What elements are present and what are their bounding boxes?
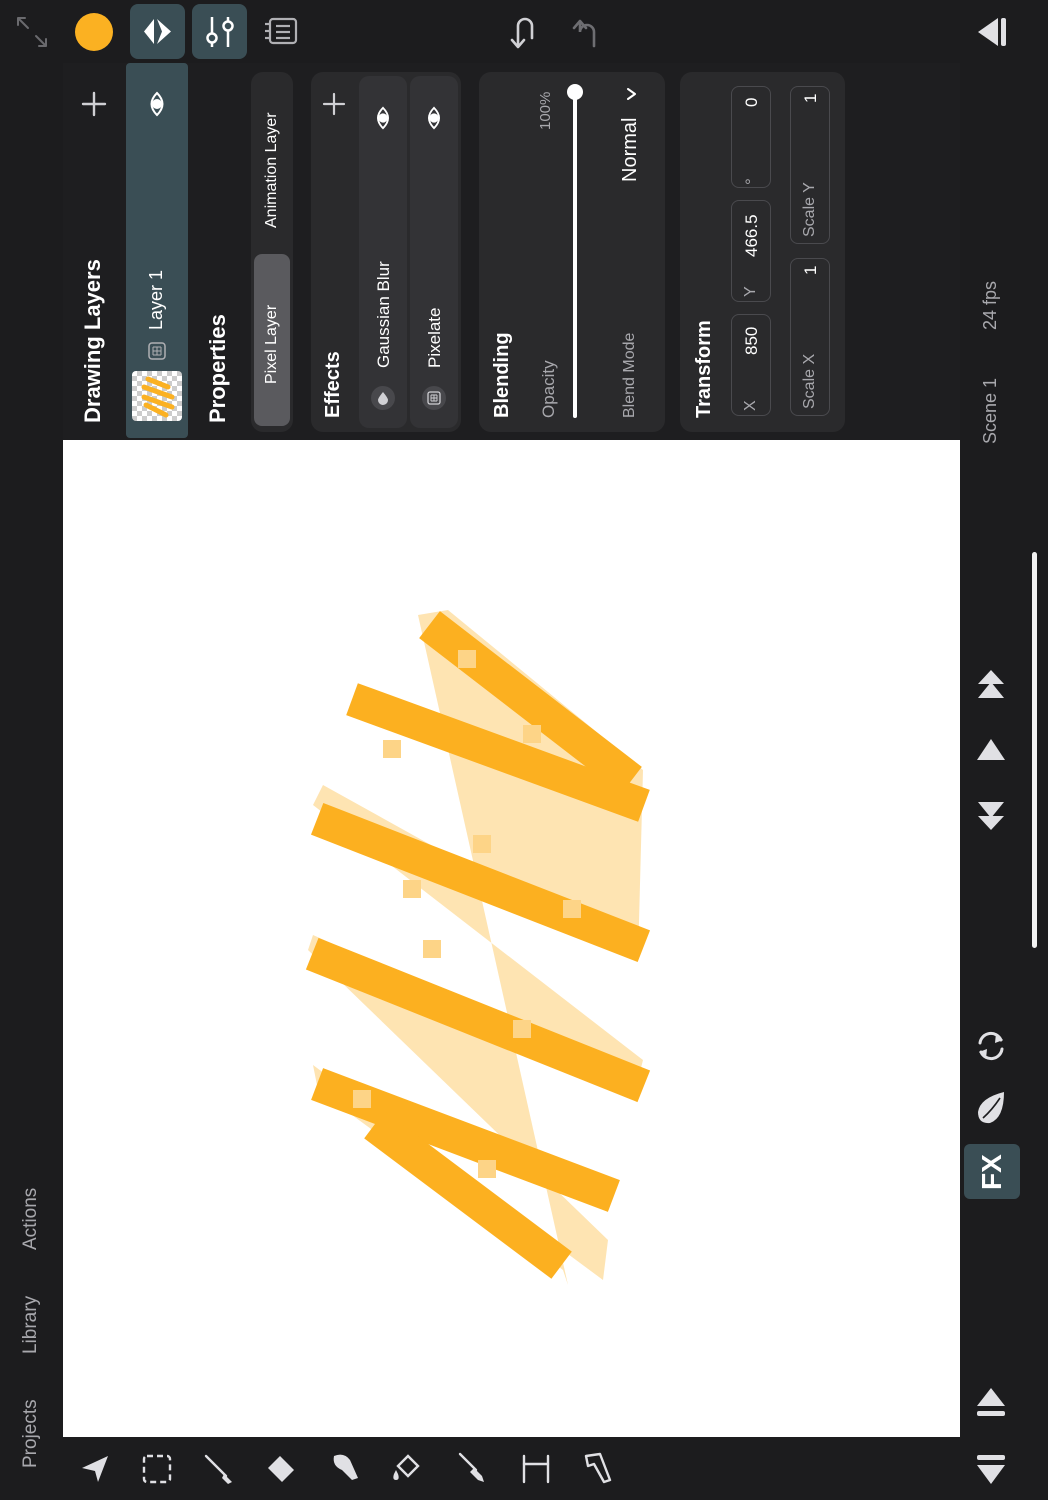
vertical-scrollbar[interactable] <box>1032 552 1037 948</box>
pixel-scribble <box>305 610 651 1285</box>
effect-name: Pixelate <box>425 307 444 368</box>
rotation-symbol: ° <box>742 178 761 185</box>
blending-title: Blending <box>491 332 513 418</box>
scale-y-field[interactable]: Scale Y 1 <box>790 86 830 244</box>
menu-projects[interactable]: Projects <box>20 1399 42 1468</box>
ruler-tool-icon[interactable] <box>518 1452 552 1486</box>
effect-visibility-icon[interactable] <box>371 106 395 130</box>
blend-mode-label: Blend Mode <box>621 332 638 418</box>
pixel-layer-icon <box>148 342 166 360</box>
eject-up-icon[interactable] <box>976 1386 1006 1420</box>
sliders-icon <box>206 17 234 47</box>
thumbnail-scribble <box>141 376 175 418</box>
tab-pixel-layer[interactable]: Pixel Layer <box>254 254 290 426</box>
layers-panel-title: Drawing Layers <box>80 259 105 423</box>
adjustments-toolbar-button[interactable] <box>192 4 247 59</box>
y-field[interactable]: Y 466.5 <box>731 200 771 302</box>
tab-animation-layer[interactable]: Animation Layer <box>254 78 290 250</box>
redo-arrow-icon[interactable] <box>570 12 604 50</box>
transform-panel: Transform X 850 Y 466.5 ° 0 Scale X 1 Sc… <box>680 72 845 432</box>
effects-title: Effects <box>322 351 344 418</box>
blend-mode-dropdown[interactable]: Normal <box>615 82 651 192</box>
smudge-tool-icon[interactable] <box>328 1450 362 1486</box>
tab-animation-label: Animation Layer <box>263 112 280 228</box>
blur-drop-icon <box>378 392 388 405</box>
onion-skin-icon[interactable] <box>974 1090 1008 1126</box>
y-label: Y <box>742 286 759 297</box>
pixelate-grid-icon <box>427 391 441 405</box>
scale-x-label: Scale X <box>801 353 818 409</box>
layers-icon <box>144 19 171 44</box>
scale-y-label: Scale Y <box>801 182 818 237</box>
selection-tool-icon[interactable] <box>140 1452 174 1486</box>
text-tool-icon[interactable] <box>580 1450 614 1486</box>
rotation-field[interactable]: ° 0 <box>731 86 771 188</box>
opacity-slider-knob[interactable] <box>567 84 583 100</box>
timeline-icon[interactable] <box>262 14 300 48</box>
properties-title: Properties <box>205 314 230 423</box>
layer-row[interactable]: Layer 1 <box>126 63 188 438</box>
eyedropper-tool-icon[interactable] <box>454 1450 488 1486</box>
layer-thumbnail[interactable] <box>132 371 182 421</box>
blending-panel: Blending Opacity 100% Blend Mode Normal <box>479 72 665 432</box>
move-to-bottom-icon[interactable] <box>976 796 1006 832</box>
effect-item-pixelate[interactable]: Pixelate <box>410 76 458 428</box>
opacity-slider-fill <box>573 92 577 418</box>
sync-icon[interactable] <box>974 1028 1008 1064</box>
collapse-panel-icon[interactable] <box>974 14 1010 50</box>
fullscreen-icon[interactable] <box>14 14 50 50</box>
add-layer-icon[interactable] <box>80 90 108 118</box>
x-field[interactable]: X 850 <box>731 314 771 416</box>
x-value: 850 <box>742 326 761 355</box>
layer-name: Layer 1 <box>146 269 166 330</box>
effect-icon-bg <box>371 386 395 410</box>
scale-x-field[interactable]: Scale X 1 <box>790 258 830 416</box>
undo-arrow-icon[interactable] <box>508 12 542 50</box>
move-to-top-icon[interactable] <box>976 668 1006 704</box>
chevron-up-icon <box>627 88 636 100</box>
opacity-value: 100% <box>537 91 554 130</box>
x-label: X <box>742 400 759 411</box>
effects-panel: Effects Gaussian Blur Pixelate <box>311 72 461 432</box>
y-value: 466.5 <box>742 214 761 257</box>
move-up-icon[interactable] <box>976 736 1006 764</box>
effect-visibility-icon[interactable] <box>422 106 446 130</box>
opacity-label: Opacity <box>539 360 558 418</box>
eject-down-icon[interactable] <box>976 1452 1006 1486</box>
fill-tool-icon[interactable] <box>390 1450 424 1486</box>
scale-y-value: 1 <box>801 93 820 103</box>
fps-label[interactable]: 24 fps <box>980 281 1001 330</box>
transform-tool-icon[interactable] <box>78 1452 112 1486</box>
opacity-slider-track[interactable] <box>567 84 583 418</box>
drawing-canvas[interactable] <box>63 440 960 1437</box>
effect-item-gaussian-blur[interactable]: Gaussian Blur <box>359 76 407 428</box>
effect-icon-bg <box>422 386 446 410</box>
menu-library[interactable]: Library <box>20 1296 42 1354</box>
brush-tool-icon[interactable] <box>202 1452 236 1486</box>
add-effect-icon[interactable] <box>322 92 346 116</box>
scale-x-value: 1 <box>801 265 820 275</box>
layer-type-segmented: Pixel Layer Animation Layer <box>251 72 293 432</box>
eraser-tool-icon[interactable] <box>264 1452 298 1486</box>
tab-pixel-label: Pixel Layer <box>263 304 280 384</box>
color-swatch[interactable] <box>75 13 113 51</box>
menu-actions[interactable]: Actions <box>20 1188 42 1250</box>
fx-button[interactable]: FX <box>964 1144 1020 1199</box>
blend-mode-value: Normal <box>619 117 641 182</box>
transform-title: Transform <box>693 320 715 418</box>
scene-label[interactable]: Scene 1 <box>980 378 1001 444</box>
rotation-value: 0 <box>742 97 761 107</box>
layers-toolbar-button[interactable] <box>130 4 185 59</box>
layer-visibility-icon[interactable] <box>144 91 170 117</box>
effect-name: Gaussian Blur <box>374 261 393 368</box>
fx-label: FX <box>976 1154 1007 1190</box>
